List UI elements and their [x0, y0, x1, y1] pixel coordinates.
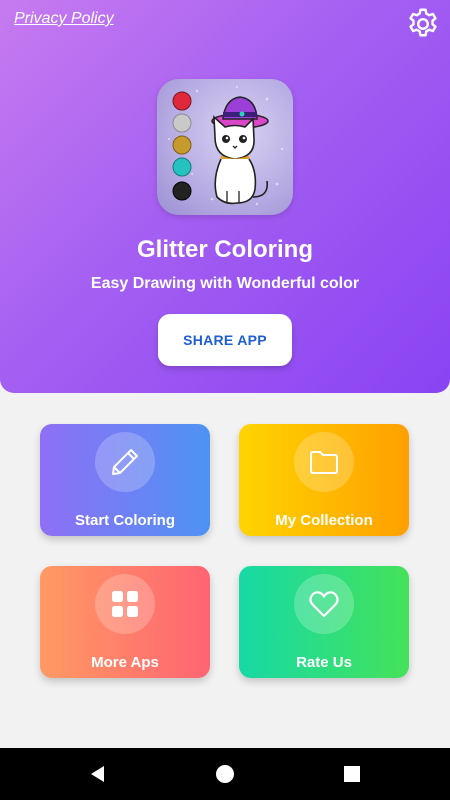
palette-silver: [172, 113, 192, 133]
palette-red: [172, 91, 192, 111]
privacy-policy-link[interactable]: Privacy Policy: [14, 10, 114, 28]
my-collection-label: My Collection: [275, 512, 373, 529]
back-icon[interactable]: [88, 764, 108, 784]
start-coloring-label: Start Coloring: [75, 512, 175, 529]
hero-header: Privacy Policy Glitter Coloring Easy Dra…: [0, 0, 450, 393]
more-apps-label: More Aps: [91, 654, 159, 671]
start-coloring-card[interactable]: Start Coloring: [40, 424, 210, 536]
folder-icon: [310, 451, 338, 474]
glitter-cat-icon: [168, 86, 284, 206]
icon-circle: [294, 432, 354, 492]
palette-gold: [172, 135, 192, 155]
pencil-icon: [112, 449, 138, 475]
system-nav-bar: [0, 748, 450, 800]
app-subtitle: Easy Drawing with Wonderful color: [90, 275, 360, 292]
my-collection-card[interactable]: My Collection: [239, 424, 409, 536]
gear-icon[interactable]: [405, 6, 441, 42]
palette-teal: [172, 157, 192, 177]
rate-us-card[interactable]: Rate Us: [239, 566, 409, 678]
share-app-button[interactable]: SHARE APP: [158, 314, 292, 366]
icon-circle: [294, 574, 354, 634]
home-icon[interactable]: [215, 764, 235, 784]
more-apps-card[interactable]: More Aps: [40, 566, 210, 678]
app-title: Glitter Coloring: [137, 236, 313, 263]
palette-black: [172, 181, 192, 201]
recents-icon[interactable]: [342, 764, 362, 784]
rate-us-label: Rate Us: [296, 654, 352, 671]
heart-icon: [309, 591, 339, 618]
grid-icon: [112, 591, 138, 617]
app-logo: [157, 79, 293, 215]
icon-circle: [95, 574, 155, 634]
icon-circle: [95, 432, 155, 492]
